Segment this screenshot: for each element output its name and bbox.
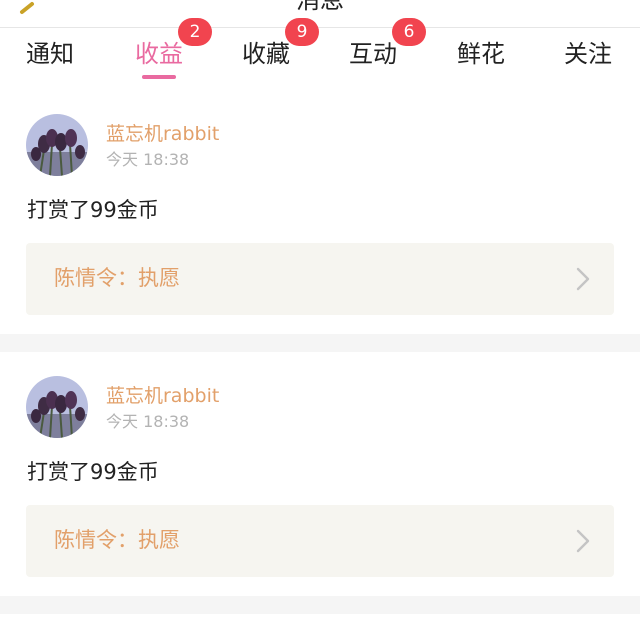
- active-tab-indicator: [142, 75, 176, 79]
- tab-notifications[interactable]: 通知: [5, 28, 95, 90]
- work-link[interactable]: 陈情令：执愿: [26, 243, 614, 315]
- timestamp: 今天 18:38: [106, 412, 190, 431]
- message-card: 蓝忘机rabbit 今天 18:38 打赏了99金币 陈情令：执愿: [0, 90, 640, 334]
- username[interactable]: 蓝忘机rabbit: [106, 122, 219, 146]
- message-text: 打赏了99金币: [27, 460, 159, 484]
- work-title: 陈情令：执愿: [54, 528, 180, 552]
- avatar[interactable]: [26, 114, 88, 176]
- tab-favorites[interactable]: 收藏 9: [221, 18, 319, 90]
- tab-interactions[interactable]: 互动 6: [328, 18, 426, 90]
- chevron-right-icon: [576, 267, 590, 291]
- tab-flowers[interactable]: 鲜花: [436, 28, 526, 90]
- timestamp: 今天 18:38: [106, 150, 190, 169]
- message-card: [0, 614, 640, 640]
- avatar-image: [26, 114, 88, 176]
- tab-earnings[interactable]: 收益 2: [114, 18, 212, 90]
- page-title: 消息: [296, 0, 344, 14]
- unread-badge: 6: [392, 18, 426, 46]
- work-link[interactable]: 陈情令：执愿: [26, 505, 614, 577]
- tab-following[interactable]: 关注: [543, 28, 633, 90]
- tab-label: 关注: [564, 40, 612, 68]
- unread-badge: 2: [178, 18, 212, 46]
- chevron-right-icon: [576, 529, 590, 553]
- nav-bar: 消息: [0, 0, 640, 28]
- avatar-image: [26, 376, 88, 438]
- message-card: 蓝忘机rabbit 今天 18:38 打赏了99金币 陈情令：执愿: [0, 352, 640, 596]
- unread-badge: 9: [285, 18, 319, 46]
- work-title: 陈情令：执愿: [54, 266, 180, 290]
- tab-label: 通知: [26, 40, 74, 68]
- message-text: 打赏了99金币: [27, 198, 159, 222]
- tab-label: 鲜花: [457, 40, 505, 68]
- avatar[interactable]: [26, 376, 88, 438]
- username[interactable]: 蓝忘机rabbit: [106, 384, 219, 408]
- tab-bar: 通知 收益 2 收藏 9 互动 6 鲜花 关注: [0, 18, 640, 90]
